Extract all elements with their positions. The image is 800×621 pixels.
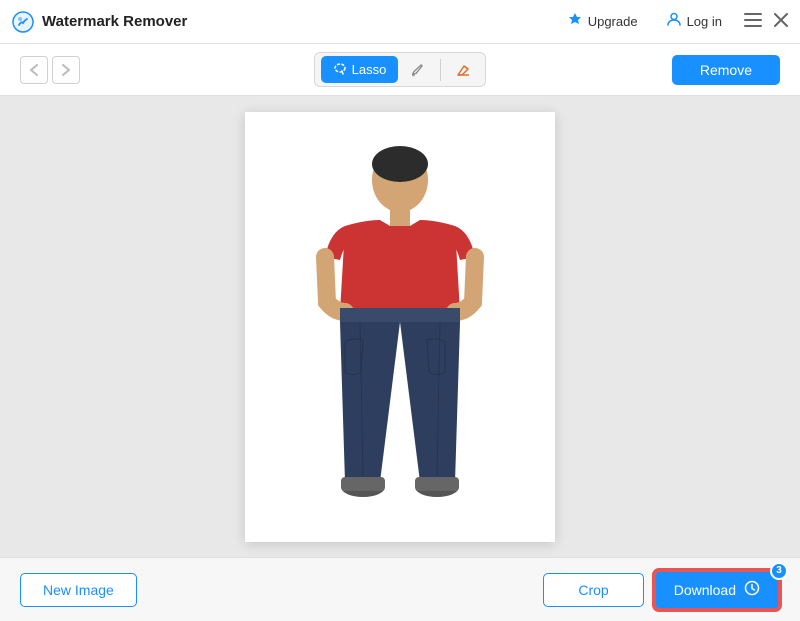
tool-group: Lasso (314, 52, 487, 87)
eraser-tool-button[interactable] (447, 57, 479, 83)
main-area (0, 96, 800, 557)
title-right: Upgrade Log in (561, 7, 788, 36)
download-badge: 3 (770, 562, 788, 580)
upgrade-button[interactable]: Upgrade (561, 7, 644, 36)
forward-button[interactable] (52, 56, 80, 84)
download-label: Download (674, 582, 736, 598)
new-image-button[interactable]: New Image (20, 573, 137, 607)
lasso-icon (333, 61, 347, 78)
title-bar: Watermark Remover Upgrade Log in (0, 0, 800, 44)
upgrade-icon (567, 11, 583, 32)
window-controls (744, 13, 788, 31)
brush-tool-button[interactable] (402, 57, 434, 83)
close-button[interactable] (774, 13, 788, 31)
crop-button[interactable]: Crop (543, 573, 643, 607)
upgrade-label: Upgrade (588, 14, 638, 29)
person-image (245, 112, 555, 542)
lasso-tool-button[interactable]: Lasso (321, 56, 399, 83)
bottom-right-actions: Crop 3 Download (543, 570, 780, 610)
login-label: Log in (687, 14, 722, 29)
title-left: Watermark Remover (12, 11, 187, 33)
login-icon (666, 11, 682, 32)
canvas-container (245, 112, 555, 542)
app-icon (12, 11, 34, 33)
toolbar-nav (20, 56, 80, 84)
login-button[interactable]: Log in (660, 7, 728, 36)
download-wrapper: 3 Download (654, 570, 780, 610)
toolbar: Lasso Remove (0, 44, 800, 96)
download-button[interactable]: Download (654, 570, 780, 610)
app-title: Watermark Remover (42, 13, 187, 30)
tool-separator (440, 59, 441, 81)
remove-button[interactable]: Remove (672, 55, 780, 85)
lasso-label: Lasso (352, 62, 387, 77)
menu-button[interactable] (744, 13, 762, 31)
back-button[interactable] (20, 56, 48, 84)
clock-icon (744, 580, 760, 600)
bottom-bar: New Image Crop 3 Download (0, 557, 800, 621)
